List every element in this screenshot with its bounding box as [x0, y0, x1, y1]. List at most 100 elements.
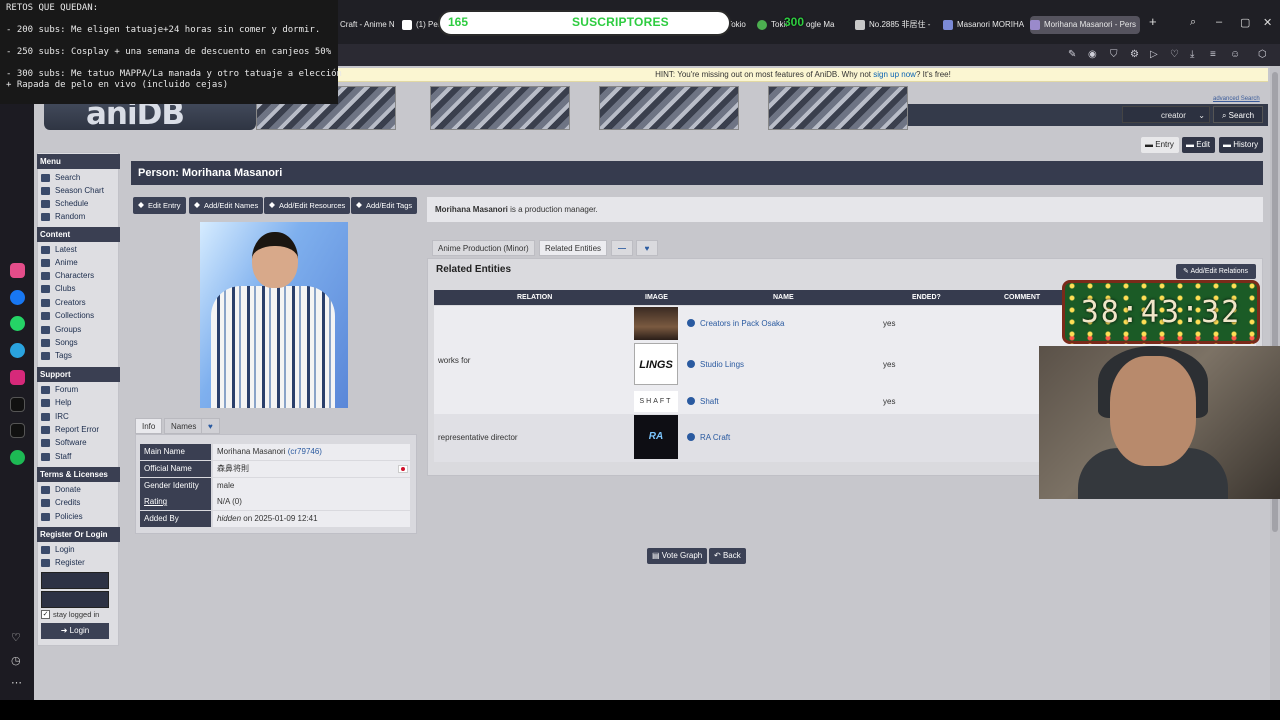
stay-logged-in-checkbox[interactable]: ✓ [41, 610, 50, 619]
shield-icon[interactable]: ⛉ [1110, 49, 1118, 60]
sidebar-item-anime[interactable]: Anime [41, 257, 78, 269]
search-type-select[interactable]: creator ⌄ [1122, 106, 1210, 123]
sidebar-item-irc[interactable]: IRC [41, 411, 69, 423]
heart-icon[interactable]: ♥ [636, 240, 658, 256]
info-icon[interactable] [687, 319, 695, 327]
sidebar-item-groups[interactable]: Groups [41, 324, 81, 336]
sidebar-item-credits[interactable]: Credits [41, 497, 80, 509]
sidebar-item-songs[interactable]: Songs [41, 337, 78, 349]
settings-icon[interactable]: ⚙ [1130, 49, 1139, 60]
spotify-icon[interactable] [10, 450, 25, 465]
camera-icon[interactable]: ◉ [1088, 49, 1097, 60]
search-button[interactable]: ⌕ Search [1213, 106, 1263, 123]
info-icon[interactable] [687, 397, 695, 405]
entity-link[interactable]: Shaft [687, 397, 719, 406]
sidebar-item-donate[interactable]: Donate [41, 484, 81, 496]
back-button[interactable]: ↶ Back [709, 548, 746, 564]
entity-link[interactable]: RA Craft [687, 433, 730, 442]
download-icon[interactable]: ⤓ [1190, 49, 1194, 60]
tiktok-icon[interactable] [10, 397, 25, 412]
entity-thumbnail[interactable] [634, 307, 678, 340]
column-relation[interactable]: Relation [517, 290, 552, 305]
sidebar-item-register[interactable]: Register [41, 557, 85, 569]
sidebar-item-tags[interactable]: Tags [41, 350, 72, 362]
browser-tab[interactable]: (1) Per [402, 16, 442, 34]
login-button[interactable]: ➜ Login [41, 623, 109, 639]
heart-icon[interactable]: ♡ [11, 631, 21, 644]
sidebar-item-search[interactable]: Search [41, 172, 80, 184]
column-name[interactable]: Name [773, 290, 794, 305]
sidebar-item-policies[interactable]: Policies [41, 511, 83, 523]
entity-link[interactable]: Studio Lings [687, 360, 744, 369]
browser-tab-active[interactable]: Morihana Masanori - Pers [1030, 16, 1140, 34]
tab-history[interactable]: ▬ History [1219, 137, 1264, 153]
browser-tab[interactable]: Tokio [757, 16, 787, 34]
edit-entry-button[interactable]: Edit Entry [133, 197, 186, 214]
collapse-icon[interactable]: — [611, 240, 633, 256]
app-icon[interactable] [10, 263, 25, 278]
vote-graph-button[interactable]: ▤ Vote Graph [647, 548, 708, 564]
add-edit-relations-button[interactable]: ✎ Add/Edit Relations [1176, 264, 1256, 279]
whatsapp-icon[interactable] [10, 316, 25, 331]
search-icon[interactable]: ⌕ [1190, 16, 1196, 29]
sidebar-item-help[interactable]: Help [41, 397, 71, 409]
tab-names[interactable]: Names [164, 418, 204, 434]
tab-related-entities[interactable]: Related Entities [539, 240, 608, 256]
sidebar-item-forum[interactable]: Forum [41, 384, 78, 396]
browser-tab[interactable]: Masanori MORIHA [943, 16, 1025, 34]
sign-up-link[interactable]: sign up now [873, 70, 916, 79]
extensions-icon[interactable]: ⬡ [1258, 49, 1267, 60]
entity-link[interactable]: Creators in Pack Osaka [687, 319, 784, 328]
history-icon[interactable]: ◷ [11, 654, 21, 667]
sidebar-item-staff[interactable]: Staff [41, 451, 71, 463]
menu-icon[interactable]: ≡ [1210, 49, 1216, 60]
sidebar-item-collections[interactable]: Collections [41, 310, 94, 322]
sidebar-item-characters[interactable]: Characters [41, 270, 94, 282]
x-icon[interactable] [10, 423, 25, 438]
tab-entry[interactable]: ▬ Entry [1141, 137, 1179, 153]
edit-names-button[interactable]: Add/Edit Names [189, 197, 264, 214]
sidebar-item-random[interactable]: Random [41, 211, 85, 223]
profile-icon[interactable]: ☺ [1230, 49, 1240, 60]
entity-thumbnail[interactable]: SHAFT [634, 391, 678, 412]
username-field[interactable] [41, 572, 109, 589]
creators-icon [41, 299, 50, 307]
column-image[interactable]: Image [645, 290, 668, 305]
tab-edit[interactable]: ▬ Edit [1182, 137, 1216, 153]
sidebar-item-creators[interactable]: Creators [41, 297, 86, 309]
sidebar-item-latest[interactable]: Latest [41, 244, 77, 256]
password-field[interactable] [41, 591, 109, 608]
browser-tab[interactable]: ogle Ma [806, 16, 850, 34]
entity-thumbnail[interactable]: RA [634, 415, 678, 459]
edit-icon[interactable]: ✎ [1068, 49, 1076, 60]
column-comment[interactable]: Comment [1004, 290, 1040, 305]
play-icon[interactable]: ▷ [1150, 49, 1158, 60]
info-icon[interactable] [687, 433, 695, 441]
maximize-icon[interactable]: ▢ [1240, 16, 1250, 29]
sidebar-item-software[interactable]: Software [41, 437, 87, 449]
more-icon[interactable]: ⋯ [11, 676, 22, 689]
sidebar-item-season-chart[interactable]: Season Chart [41, 185, 104, 197]
column-ended[interactable]: Ended? [912, 290, 941, 305]
sidebar-item-schedule[interactable]: Schedule [41, 198, 88, 210]
minimize-icon[interactable]: – [1216, 16, 1222, 28]
advanced-search-link[interactable]: advanced Search [1213, 96, 1260, 102]
person-photo-head [252, 232, 298, 288]
close-icon[interactable]: ✕ [1263, 16, 1272, 29]
tab-anime-production[interactable]: Anime Production (Minor) [432, 240, 535, 256]
tab-info[interactable]: Info [135, 418, 163, 434]
new-tab-button[interactable]: + [1149, 14, 1157, 29]
edit-tags-button[interactable]: Add/Edit Tags [351, 197, 418, 214]
instagram-icon[interactable] [10, 370, 25, 385]
sidebar-item-clubs[interactable]: Clubs [41, 283, 75, 295]
messenger-icon[interactable] [10, 290, 25, 305]
sidebar-item-login[interactable]: Login [41, 544, 75, 556]
entity-thumbnail[interactable]: LINGS [634, 343, 678, 385]
sidebar-item-report-error[interactable]: Report Error [41, 424, 99, 436]
telegram-icon[interactable] [10, 343, 25, 358]
heart-icon[interactable]: ♡ [1170, 49, 1179, 60]
heart-icon[interactable]: ♥ [201, 418, 220, 434]
edit-resources-button[interactable]: Add/Edit Resources [264, 197, 351, 214]
info-icon[interactable] [687, 360, 695, 368]
browser-tab[interactable]: No.2885 非居住 - [855, 16, 939, 34]
